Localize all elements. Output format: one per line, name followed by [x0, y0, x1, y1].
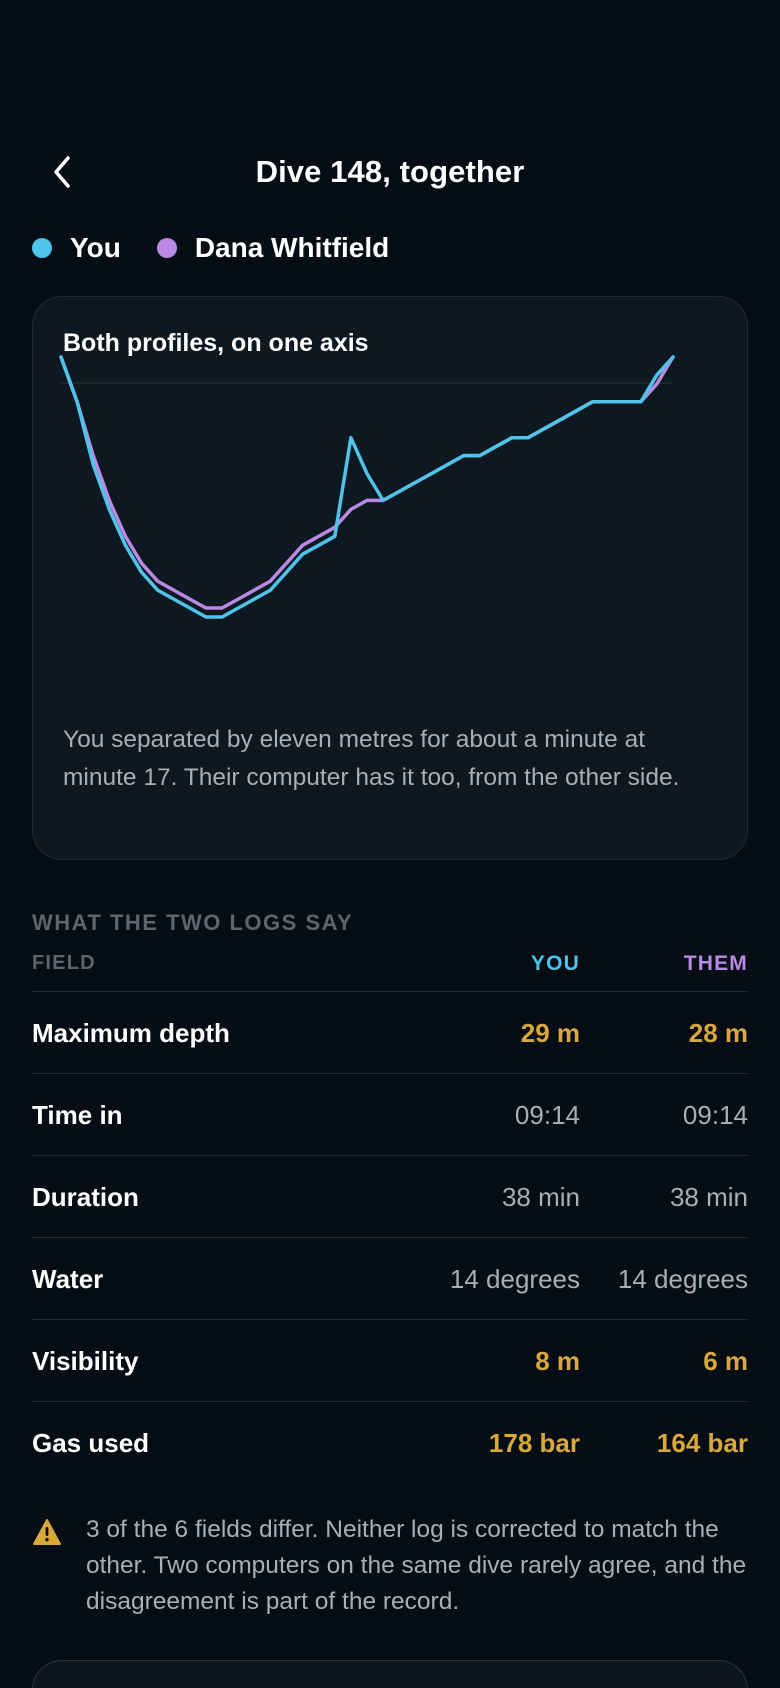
- warning-text: 3 of the 6 fields differ. Neither log is…: [86, 1516, 747, 1615]
- cell-field: Duration: [32, 1182, 139, 1212]
- cell-them: 6 m: [703, 1346, 748, 1376]
- legend-label-you: You: [70, 232, 121, 263]
- cell-field: Time in: [32, 1100, 123, 1130]
- cell-you: 38 min: [501, 1182, 580, 1212]
- cell-you: 178 bar: [488, 1428, 580, 1458]
- cell-you: 29 m: [520, 1018, 580, 1048]
- cell-field: Maximum depth: [32, 1018, 230, 1048]
- chart-legend: You Dana Whitfield: [32, 230, 425, 266]
- cell-them: 28 m: [688, 1018, 748, 1048]
- table-row-maximum-depth: Maximum depth 29 m 28 m: [32, 992, 748, 1074]
- cell-you: 14 degrees: [449, 1264, 580, 1294]
- table-row-duration: Duration 38 min 38 min: [32, 1156, 748, 1238]
- cell-you: 09:14: [514, 1100, 580, 1130]
- table-row-visibility: Visibility 8 m 6 m: [32, 1320, 748, 1402]
- section-label: WHAT THE TWO LOGS SAY: [32, 910, 354, 935]
- comparison-table: FIELD YOU THEM Maximum depth 29 m 28 m T…: [32, 944, 748, 1484]
- table-row-time-in: Time in 09:14 09:14: [32, 1074, 748, 1156]
- legend-item-buddy: Dana Whitfield: [156, 232, 390, 264]
- table-row-gas-used: Gas used 178 bar 164 bar: [32, 1402, 748, 1484]
- cell-field: Water: [32, 1264, 104, 1294]
- legend-dot-buddy: [156, 238, 177, 258]
- series-layer: [59, 355, 675, 619]
- page-title: Dive 148, together: [255, 154, 525, 189]
- dive-comparison-screen: Dive 148, together You Dana Whitfield Bo…: [0, 0, 780, 1688]
- cell-field: Visibility: [32, 1346, 139, 1376]
- table-row-water: Water 14 degrees 14 degrees: [32, 1238, 748, 1320]
- profile-chart-card: Both profiles, on one axis You separated…: [32, 296, 748, 860]
- column-header-you: YOU: [530, 952, 580, 975]
- cell-them: 38 min: [669, 1182, 748, 1212]
- header: Dive 148, together: [0, 140, 780, 204]
- legend-dot-you: [32, 238, 52, 258]
- table-header: FIELD YOU THEM: [32, 944, 748, 992]
- series-line-buddy: [59, 355, 675, 610]
- depth-profile-chart: [59, 355, 675, 619]
- cell-them: 14 degrees: [617, 1264, 748, 1294]
- cell-them: 09:14: [682, 1100, 748, 1130]
- chart-note: You separated by eleven metres for about…: [63, 726, 680, 791]
- warning-icon: [33, 1519, 61, 1545]
- next-card: [32, 1660, 748, 1688]
- cell-them: 164 bar: [656, 1428, 748, 1458]
- column-header-field: FIELD: [32, 952, 96, 974]
- cell-field: Gas used: [32, 1428, 150, 1458]
- legend-label-buddy: Dana Whitfield: [194, 232, 390, 263]
- legend-item-you: You: [32, 232, 121, 264]
- cell-you: 8 m: [535, 1346, 580, 1376]
- column-header-them: THEM: [683, 952, 748, 975]
